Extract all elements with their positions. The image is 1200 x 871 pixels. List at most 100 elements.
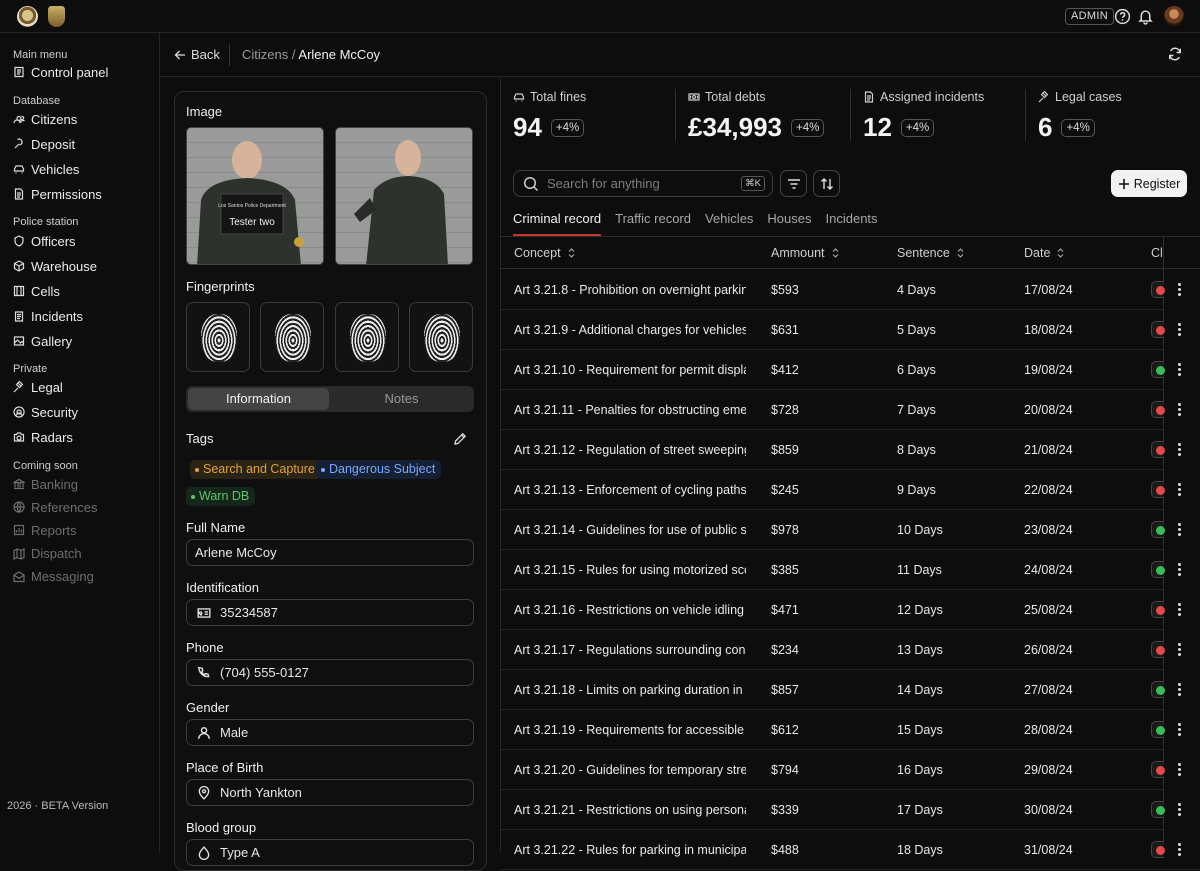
help-icon[interactable] [1114, 8, 1131, 25]
more-options-icon[interactable] [1178, 683, 1182, 697]
register-button[interactable]: Register [1111, 170, 1187, 197]
more-options-icon[interactable] [1178, 803, 1182, 817]
table-row[interactable]: Art 3.21.15 - Rules for using motorized … [501, 550, 1200, 590]
tab-houses[interactable]: Houses [767, 211, 811, 236]
more-options-icon[interactable] [1178, 643, 1182, 657]
more-options-icon[interactable] [1178, 483, 1182, 497]
table-row[interactable]: Art 3.21.16 - Restrictions on vehicle id… [501, 590, 1200, 630]
fingerprint-4[interactable] [409, 302, 473, 372]
cell-date: 22/08/24 [1024, 483, 1073, 497]
table-row[interactable]: Art 3.21.22 - Rules for parking in munic… [501, 830, 1200, 870]
column-header-cl[interactable]: Cl [1151, 246, 1163, 260]
sidebar-item-banking[interactable]: Banking [13, 474, 78, 494]
column-header-ammount[interactable]: Ammount [771, 246, 839, 260]
table-row[interactable]: Art 3.21.8 - Prohibition on overnight pa… [501, 270, 1200, 310]
tag-search-and-capture[interactable]: Search and Capture [190, 460, 321, 479]
sidebar-item-deposit[interactable]: Deposit [13, 134, 75, 154]
column-header-sentence[interactable]: Sentence [897, 246, 964, 260]
phone-field[interactable]: (704) 555-0127 [186, 659, 474, 686]
tab-traffic-record[interactable]: Traffic record [615, 211, 691, 236]
sidebar-item-warehouse[interactable]: Warehouse [13, 256, 97, 276]
fingerprint-1[interactable] [186, 302, 250, 372]
tab-notes[interactable]: Notes [331, 388, 472, 410]
full-name-field[interactable]: Arlene McCoy [186, 539, 474, 566]
table-row[interactable]: Art 3.21.19 - Requirements for accessibl… [501, 710, 1200, 750]
kebab-dot [1178, 803, 1181, 806]
kebab-dot [1178, 683, 1181, 686]
place-of-birth-field[interactable]: North Yankton [186, 779, 474, 806]
more-options-icon[interactable] [1178, 763, 1182, 777]
identification-field[interactable]: 35234587 [186, 599, 474, 626]
sidebar-item-permissions[interactable]: Permissions [13, 184, 102, 204]
pencil-icon[interactable] [453, 432, 467, 446]
table-row[interactable]: Art 3.21.13 - Enforcement of cycling pat… [501, 470, 1200, 510]
sidebar-item-incidents[interactable]: Incidents [13, 306, 83, 326]
tab-vehicles[interactable]: Vehicles [705, 211, 753, 236]
sidebar-item-cells[interactable]: Cells [13, 281, 60, 301]
mugshot-side[interactable] [335, 127, 473, 265]
sidebar-item-radars[interactable]: Radars [13, 427, 73, 447]
fingerprint-2[interactable] [260, 302, 324, 372]
status-dot-icon [1156, 406, 1165, 415]
mugshot-front[interactable]: Los Santos Police Department Tester two [186, 127, 324, 265]
refresh-icon[interactable] [1168, 47, 1182, 61]
sidebar-item-dispatch[interactable]: Dispatch [13, 544, 82, 564]
cell-sentence: 6 Days [897, 363, 936, 377]
sidebar-item-vehicles[interactable]: Vehicles [13, 159, 79, 179]
police-badge-logo[interactable] [48, 6, 65, 27]
more-options-icon[interactable] [1178, 603, 1182, 617]
kebab-dot [1178, 693, 1181, 696]
sidebar-item-legal[interactable]: Legal [13, 377, 63, 397]
breadcrumb-citizens[interactable]: Citizens [242, 47, 288, 62]
back-button[interactable]: Back [174, 47, 220, 62]
tab-information[interactable]: Information [188, 388, 329, 410]
more-options-icon[interactable] [1178, 403, 1182, 417]
bell-icon[interactable] [1137, 8, 1154, 25]
more-options-icon[interactable] [1178, 283, 1182, 297]
tag-dangerous-subject[interactable]: Dangerous Subject [316, 460, 442, 479]
table-row[interactable]: Art 3.21.21 - Restrictions on using pers… [501, 790, 1200, 830]
column-header-date[interactable]: Date [1024, 246, 1064, 260]
more-options-icon[interactable] [1178, 323, 1182, 337]
more-options-icon[interactable] [1178, 443, 1182, 457]
table-row[interactable]: Art 3.21.11 - Penalties for obstructing … [501, 390, 1200, 430]
sidebar-item-control-panel[interactable]: Control panel [13, 62, 108, 82]
more-options-icon[interactable] [1178, 843, 1182, 857]
gender-field[interactable]: Male [186, 719, 474, 746]
tab-criminal-record[interactable]: Criminal record [513, 211, 602, 236]
table-row[interactable]: Art 3.21.10 - Requirement for permit dis… [501, 350, 1200, 390]
table-row[interactable]: Art 3.21.18 - Limits on parking duration… [501, 670, 1200, 710]
sidebar-item-reports[interactable]: Reports [13, 520, 77, 540]
sidebar-item-messaging[interactable]: Messaging [13, 567, 94, 587]
tag-warn-db[interactable]: Warn DB [186, 487, 256, 506]
blood-group-label: Blood group [186, 820, 257, 835]
city-seal-logo[interactable] [17, 6, 38, 27]
more-options-icon[interactable] [1178, 363, 1182, 377]
filter-button[interactable] [780, 170, 807, 197]
avatar[interactable] [1164, 6, 1184, 26]
table-row[interactable]: Art 3.21.14 - Guidelines for use of publ… [501, 510, 1200, 550]
more-options-icon[interactable] [1178, 723, 1182, 737]
sidebar-item-citizens[interactable]: Citizens [13, 109, 77, 129]
status-badge-red [1151, 281, 1165, 298]
cell-concept: Art 3.21.11 - Penalties for obstructing … [514, 403, 746, 417]
admin-badge[interactable]: ADMIN [1065, 8, 1114, 25]
column-header-concept[interactable]: Concept [514, 246, 575, 260]
fingerprint-3[interactable] [335, 302, 399, 372]
kebab-dot [1178, 643, 1181, 646]
kebab-dot [1178, 408, 1181, 411]
more-options-icon[interactable] [1178, 563, 1182, 577]
tab-incidents[interactable]: Incidents [826, 211, 878, 236]
table-row[interactable]: Art 3.21.12 - Regulation of street sweep… [501, 430, 1200, 470]
sidebar-item-security[interactable]: Security [13, 402, 78, 422]
search-input[interactable]: Search for anything ⌘K [513, 170, 773, 197]
sort-button[interactable] [813, 170, 840, 197]
status-dot-icon [1156, 326, 1165, 335]
sidebar-item-gallery[interactable]: Gallery [13, 331, 72, 351]
table-row[interactable]: Art 3.21.9 - Additional charges for vehi… [501, 310, 1200, 350]
more-options-icon[interactable] [1178, 523, 1182, 537]
sidebar-item-references[interactable]: References [13, 497, 97, 517]
table-row[interactable]: Art 3.21.17 - Regulations surrounding co… [501, 630, 1200, 670]
table-row[interactable]: Art 3.21.20 - Guidelines for temporary s… [501, 750, 1200, 790]
sidebar-item-officers[interactable]: Officers [13, 231, 76, 251]
